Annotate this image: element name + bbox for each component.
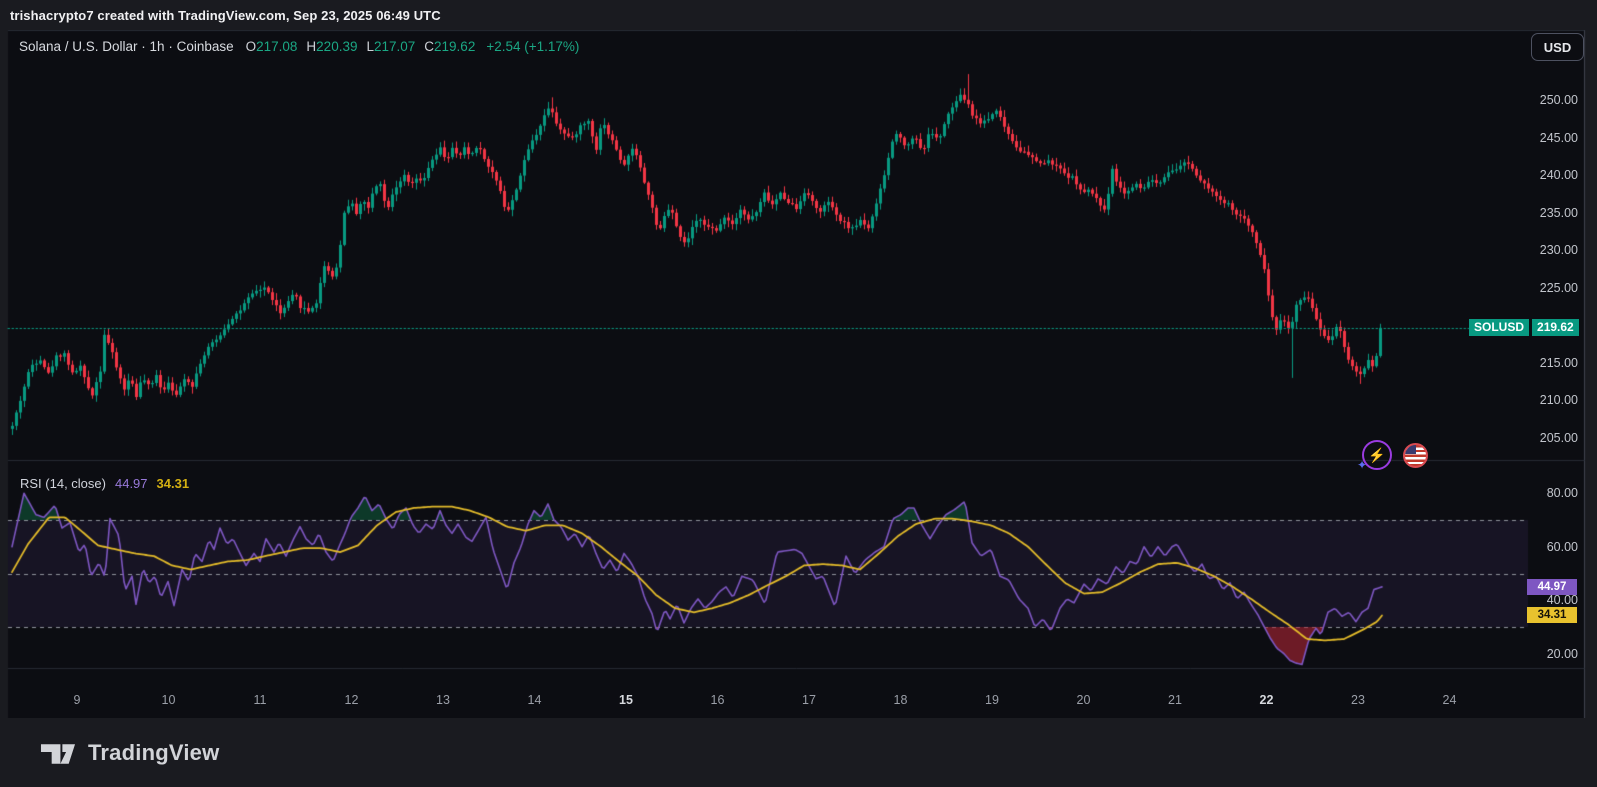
price-axis-label: 225.00 (1540, 281, 1578, 295)
price-axis-label: 215.00 (1540, 356, 1578, 370)
rsi-axis-label: 80.00 (1547, 486, 1578, 500)
price-axis-label: 250.00 (1540, 93, 1578, 107)
ohlc-close: C219.62 (424, 39, 475, 54)
time-axis-label: 24 (1428, 693, 1472, 707)
symbol-header: Solana / U.S. Dollar · 1h · Coinbase O21… (19, 36, 579, 56)
time-axis-label: 23 (1336, 693, 1380, 707)
sparkle-icon: ✦ (1357, 458, 1367, 472)
attribution-text: trishacrypto7 created with TradingView.c… (10, 8, 441, 23)
time-axis-label: 12 (330, 693, 374, 707)
rsi-ma-last-value-tag: 34.31 (1527, 607, 1577, 623)
time-axis-label: 16 (696, 693, 740, 707)
rsi-title: RSI (14, close) (20, 476, 106, 491)
time-axis-label: 14 (513, 693, 557, 707)
ohlc-low: L217.07 (366, 39, 415, 54)
currency-toggle-button[interactable]: USD (1531, 33, 1584, 61)
lightning-icon: ⚡ (1364, 442, 1390, 468)
attribution-bar: trishacrypto7 created with TradingView.c… (0, 0, 1597, 30)
flag-canton (1405, 445, 1416, 454)
ohlc-open: O217.08 (246, 39, 298, 54)
current-price-tag: SOLUSD 219.62 (1469, 319, 1579, 336)
lightning-boost-icon[interactable]: ⚡ ✦ (1362, 440, 1392, 470)
price-axis-label: 205.00 (1540, 431, 1578, 445)
price-axis-label: 235.00 (1540, 206, 1578, 220)
rsi-last-value-tag: 44.97 (1527, 579, 1577, 595)
time-axis-label: 10 (147, 693, 191, 707)
time-axis-label: 19 (970, 693, 1014, 707)
time-axis-label: 13 (421, 693, 465, 707)
ohlc-high: H220.39 (306, 39, 357, 54)
rsi-axis-label: 40.00 (1547, 593, 1578, 607)
price-axis-label: 230.00 (1540, 243, 1578, 257)
rsi-axis-label: 60.00 (1547, 540, 1578, 554)
time-axis-label: 22 (1245, 693, 1289, 707)
last-price-tag: 219.62 (1532, 319, 1579, 336)
price-change: +2.54 (+1.17%) (486, 39, 579, 54)
time-axis-label: 17 (787, 693, 831, 707)
price-axis-label: 240.00 (1540, 168, 1578, 182)
rsi-header: RSI (14, close) 44.97 34.31 (20, 476, 189, 491)
time-axis-label: 18 (879, 693, 923, 707)
time-axis-label: 21 (1153, 693, 1197, 707)
tradingview-brand-text: TradingView (88, 740, 219, 766)
us-flag-icon (1403, 443, 1428, 468)
chart-widget: Solana / U.S. Dollar · 1h · Coinbase O21… (0, 30, 1597, 718)
price-axis-label: 210.00 (1540, 393, 1578, 407)
time-axis-label: 9 (55, 693, 99, 707)
chart-canvas[interactable] (0, 30, 1597, 718)
time-axis-label: 20 (1062, 693, 1106, 707)
time-axis-label: 15 (604, 693, 648, 707)
time-axis-label: 11 (238, 693, 282, 707)
rsi-ma-value: 34.31 (157, 476, 190, 491)
tradingview-logo-icon[interactable] (40, 740, 76, 766)
price-axis-label: 245.00 (1540, 131, 1578, 145)
symbol-title: Solana / U.S. Dollar · 1h · Coinbase (19, 39, 234, 54)
symbol-tag: SOLUSD (1469, 319, 1529, 336)
rsi-value: 44.97 (115, 476, 148, 491)
rsi-axis-label: 20.00 (1547, 647, 1578, 661)
footer-bar: TradingView (0, 718, 1597, 787)
